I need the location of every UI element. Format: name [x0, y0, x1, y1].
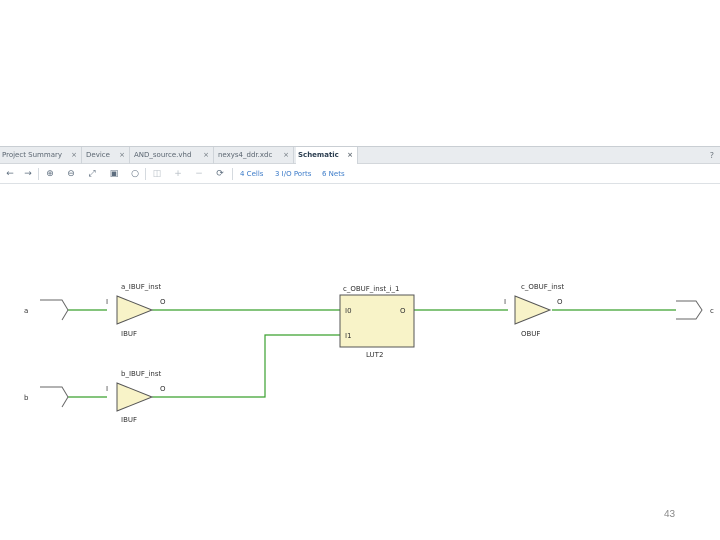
slide-page-number: 43 [664, 509, 676, 520]
lut-pin-o: O [400, 307, 406, 315]
b-ibuf-inst-label: b_IBUF_inst [121, 370, 161, 378]
c-obuf-pin-o: O [557, 298, 563, 306]
b-ibuf-type: IBUF [121, 416, 137, 424]
a-ibuf-pin-i: I [106, 298, 108, 306]
a-ibuf-inst-label: a_IBUF_inst [121, 283, 161, 291]
port-c[interactable]: c [676, 300, 714, 320]
c-obuf-type: OBUF [521, 330, 540, 338]
port-b[interactable]: b [24, 386, 69, 408]
port-a[interactable]: a [24, 299, 69, 321]
lut-inst-label: c_OBUF_inst_i_1 [343, 285, 399, 293]
b-ibuf-pin-i: I [106, 385, 108, 393]
port-a-label: a [24, 307, 28, 315]
port-b-label: b [24, 394, 29, 402]
a-ibuf-pin-o: O [160, 298, 166, 306]
port-c-label: c [710, 307, 714, 315]
lut2-cell[interactable]: c_OBUF_inst_i_1 I0 I1 O LUT2 [339, 285, 415, 359]
net-b-ibuf-o [152, 334, 340, 398]
lut-type: LUT2 [366, 351, 383, 359]
c-obuf-pin-i: I [504, 298, 506, 306]
lut-pin-i0: I0 [345, 307, 352, 315]
b-ibuf-pin-o: O [160, 385, 166, 393]
lut-pin-i1: I1 [345, 332, 352, 340]
a-ibuf-type: IBUF [121, 330, 137, 338]
schematic-canvas[interactable]: a b c a_IBUF_inst I O IBUF b_IBUF_inst I… [0, 0, 720, 540]
c-obuf-inst-label: c_OBUF_inst [521, 283, 564, 291]
